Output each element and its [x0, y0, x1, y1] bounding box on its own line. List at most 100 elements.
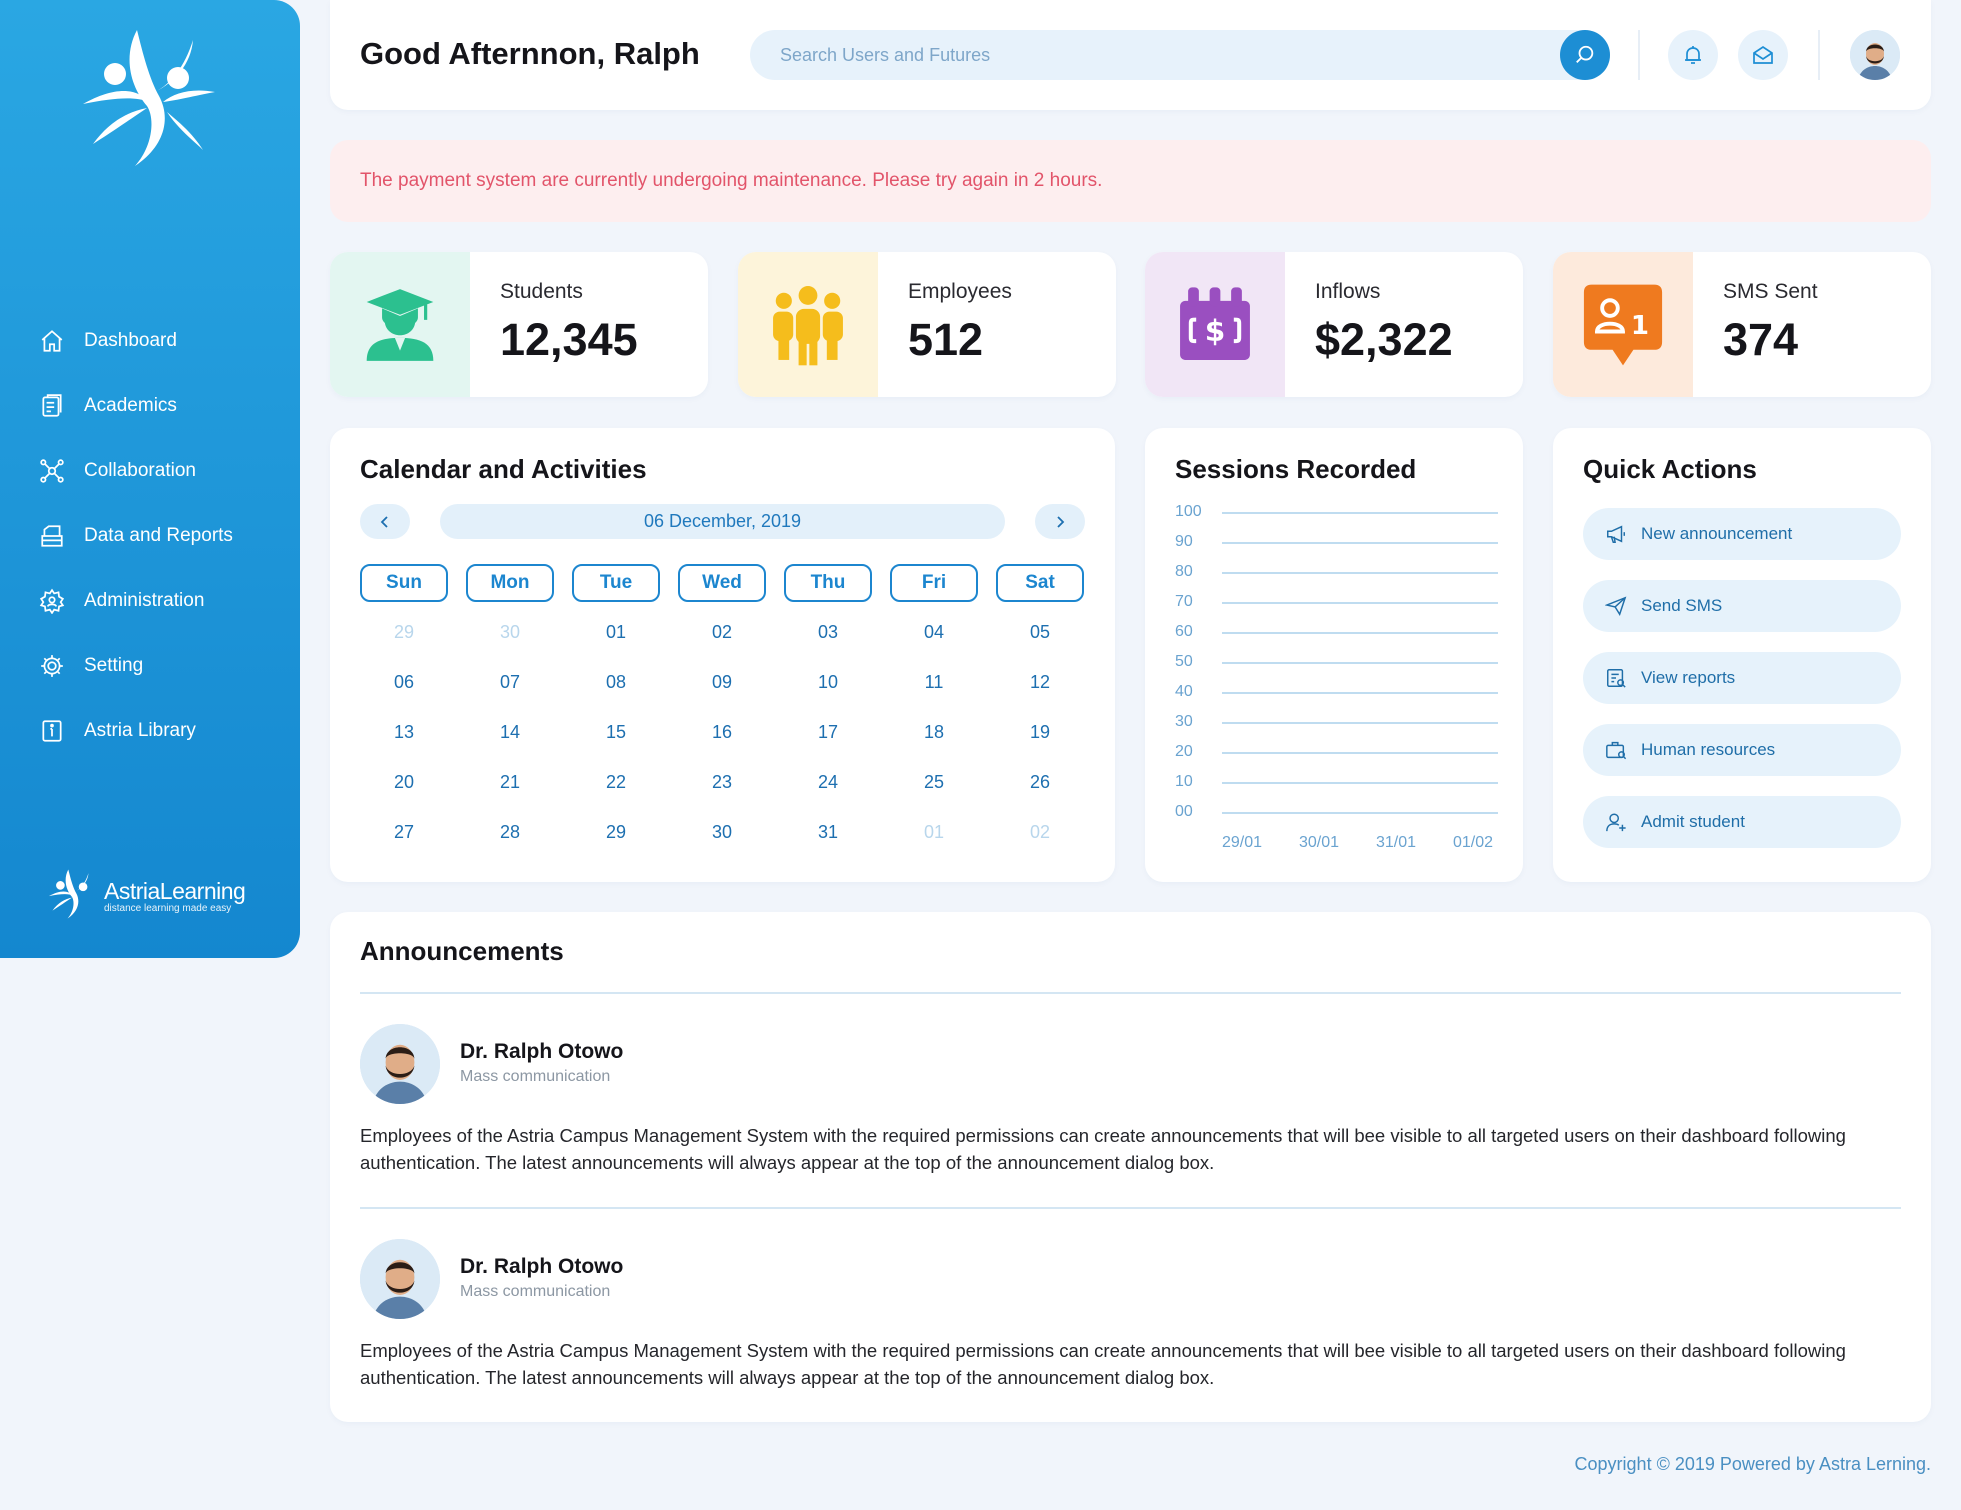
author-name: Dr. Ralph Otowo — [460, 1040, 624, 1063]
calendar-day[interactable]: 13 — [374, 722, 434, 743]
y-axis-tick: 60 — [1175, 623, 1193, 640]
sessions-title: Sessions Recorded — [1175, 454, 1417, 484]
weekday-header: Sat — [996, 564, 1084, 602]
astria-logo-icon[interactable] — [75, 26, 225, 181]
sidebar-item-astria-library[interactable]: Astria Library — [38, 698, 288, 763]
calendar-day[interactable]: 18 — [904, 722, 964, 743]
y-axis-tick: 100 — [1175, 503, 1202, 520]
quick-actions-card: Quick Actions New announcement Send SMS … — [1553, 428, 1931, 882]
sidebar-item-data-and-reports[interactable]: Data and Reports — [38, 503, 288, 568]
calendar-day[interactable]: 04 — [904, 622, 964, 643]
author-avatar[interactable] — [360, 1239, 440, 1319]
calendar-day[interactable]: 10 — [798, 672, 858, 693]
gridline — [1222, 602, 1498, 604]
calendar-day[interactable]: 06 — [374, 672, 434, 693]
sidebar-item-academics[interactable]: Academics — [38, 373, 288, 438]
human-resources-button[interactable]: Human resources — [1583, 724, 1901, 776]
calendar-day[interactable]: 02 — [692, 622, 752, 643]
author-avatar[interactable] — [360, 1024, 440, 1104]
collaboration-icon — [38, 457, 66, 485]
gridline — [1222, 692, 1498, 694]
y-axis-tick: 30 — [1175, 713, 1193, 730]
calendar-day[interactable]: 01 — [586, 622, 646, 643]
calendar-day[interactable]: 27 — [374, 822, 434, 843]
calendar-day[interactable]: 20 — [374, 772, 434, 793]
calendar-day[interactable]: 31 — [798, 822, 858, 843]
calendar-day[interactable]: 30 — [692, 822, 752, 843]
weekday-header: Thu — [784, 564, 872, 602]
stat-value: 12,345 — [500, 314, 638, 365]
y-axis-tick: 70 — [1175, 593, 1193, 610]
calendar-day[interactable]: 07 — [480, 672, 540, 693]
sessions-card: Sessions Recorded 100 90 80 70 60 50 40 30 20 10 0… — [1145, 428, 1523, 882]
calendar-day[interactable]: 30 — [480, 622, 540, 643]
calendar-day[interactable]: 19 — [1010, 722, 1070, 743]
calendar-day[interactable]: 17 — [798, 722, 858, 743]
calendar-day[interactable]: 03 — [798, 622, 858, 643]
alert-message: The payment system are currently undergo… — [360, 170, 1103, 191]
search-bar — [750, 30, 1610, 80]
new-announcement-button[interactable]: New announcement — [1583, 508, 1901, 560]
search-icon — [1576, 45, 1594, 63]
month-label[interactable]: 06 December, 2019 — [440, 504, 1005, 539]
sidebar-item-setting[interactable]: Setting — [38, 633, 288, 698]
search-input[interactable] — [750, 30, 1510, 80]
sidebar-item-administration[interactable]: Administration — [38, 568, 288, 633]
next-month-button[interactable] — [1035, 504, 1085, 539]
calendar-day[interactable]: 09 — [692, 672, 752, 693]
calendar-day[interactable]: 11 — [904, 672, 964, 693]
calendar-day[interactable]: 21 — [480, 772, 540, 793]
announcement-body: Employees of the Astria Campus Managemen… — [360, 1340, 1846, 1388]
stat-value: 374 — [1723, 314, 1799, 365]
calendar-day[interactable]: 25 — [904, 772, 964, 793]
calendar-day[interactable]: 24 — [798, 772, 858, 793]
announcements-card: Announcements Dr. Ralph Otowo Mass commu… — [330, 912, 1931, 1422]
calendar-day[interactable]: 02 — [1010, 822, 1070, 843]
x-axis-tick: 31/01 — [1376, 834, 1417, 851]
admit-student-button[interactable]: Admit student — [1583, 796, 1901, 848]
divider — [360, 1207, 1901, 1209]
calendar-day[interactable]: 29 — [586, 822, 646, 843]
author-role: Mass communication — [460, 1283, 611, 1300]
calendar-day[interactable]: 14 — [480, 722, 540, 743]
calendar-day[interactable]: 26 — [1010, 772, 1070, 793]
send-sms-button[interactable]: Send SMS — [1583, 580, 1901, 632]
calendar-day[interactable]: 05 — [1010, 622, 1070, 643]
y-axis-tick: 40 — [1175, 683, 1193, 700]
sidebar-item-label: Data and Reports — [84, 524, 233, 546]
calendar-day[interactable]: 01 — [904, 822, 964, 843]
stat-card-employees[interactable]: Employees 512 — [738, 252, 1116, 397]
person-avatar-icon — [1850, 30, 1900, 80]
messages-button[interactable] — [1738, 30, 1788, 80]
send-icon — [1603, 593, 1629, 619]
stat-card-inflows[interactable]: $ Inflows $2,322 — [1145, 252, 1523, 397]
stat-card-sms-sent[interactable]: 1 SMS Sent 374 — [1553, 252, 1931, 397]
top-bar: Good Afternnon, Ralph — [330, 0, 1931, 110]
x-axis-tick: 30/01 — [1299, 834, 1340, 851]
sidebar-item-label: Academics — [84, 394, 177, 416]
x-axis-tick: 29/01 — [1222, 834, 1263, 851]
calendar-day[interactable]: 28 — [480, 822, 540, 843]
sidebar-item-collaboration[interactable]: Collaboration — [38, 438, 288, 503]
divider — [1818, 30, 1820, 80]
calendar-day[interactable]: 08 — [586, 672, 646, 693]
calendar-title: Calendar and Activities — [360, 454, 647, 484]
calendar-day[interactable]: 15 — [586, 722, 646, 743]
calendar-day[interactable]: 16 — [692, 722, 752, 743]
user-avatar[interactable] — [1850, 30, 1900, 80]
chevron-left-icon — [380, 515, 388, 528]
calendar-day[interactable]: 12 — [1010, 672, 1070, 693]
calendar-day[interactable]: 22 — [586, 772, 646, 793]
divider — [360, 992, 1901, 994]
stat-card-students[interactable]: Students 12,345 — [330, 252, 708, 397]
calendar-day[interactable]: 29 — [374, 622, 434, 643]
y-axis-tick: 00 — [1175, 803, 1193, 820]
prev-month-button[interactable] — [360, 504, 410, 539]
announcement-body: Employees of the Astria Campus Managemen… — [360, 1125, 1846, 1173]
sidebar-item-dashboard[interactable]: Dashboard — [38, 308, 288, 373]
search-button[interactable] — [1560, 30, 1610, 80]
notifications-button[interactable] — [1668, 30, 1718, 80]
view-reports-button[interactable]: View reports — [1583, 652, 1901, 704]
report-icon — [1603, 665, 1629, 691]
calendar-day[interactable]: 23 — [692, 772, 752, 793]
